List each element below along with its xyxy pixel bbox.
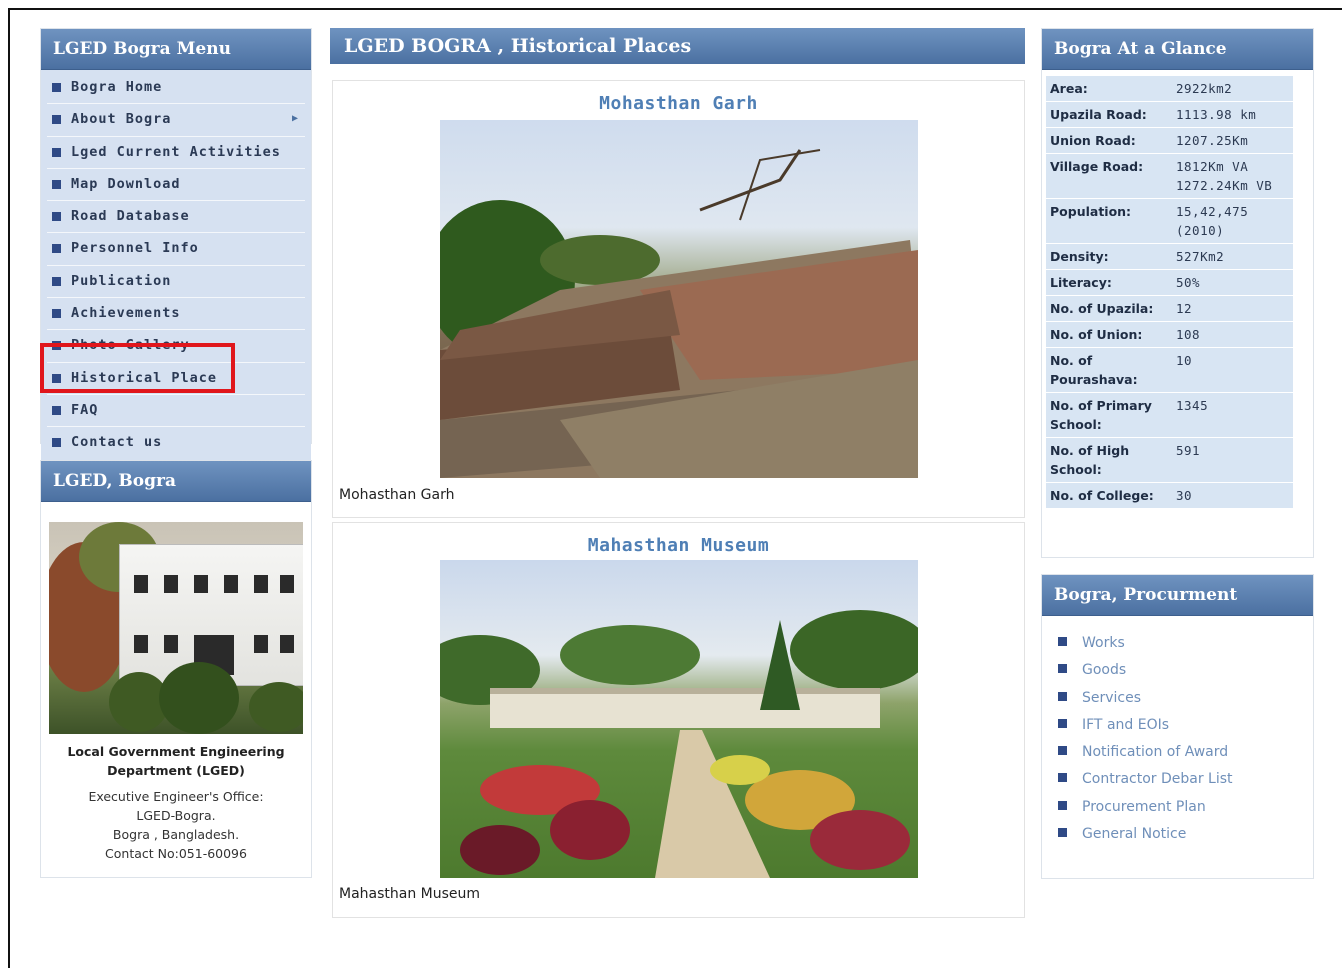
glance-row-union-count: No. of Union: 108 xyxy=(1046,322,1293,348)
square-bullet-icon xyxy=(1058,800,1067,810)
square-bullet-icon xyxy=(1058,637,1067,646)
procurement-link-goods[interactable]: Goods xyxy=(1058,657,1313,684)
square-bullet-icon xyxy=(52,115,61,125)
menu-item-photo-gallery[interactable]: Photo Gallery xyxy=(47,330,305,363)
square-bullet-icon xyxy=(52,147,61,157)
glance-row-upazila-road: Upazila Road: 1113.98 km xyxy=(1046,102,1293,128)
procurement-link-notification-award[interactable]: Notification of Award xyxy=(1058,739,1313,766)
glance-row-primary-school: No. of Primary School: 1345 xyxy=(1046,393,1293,438)
procurement-list: Works Goods Services IFT and EOIs Notifi… xyxy=(1042,616,1313,848)
mohasthan-garh-illustration xyxy=(440,149,918,478)
menu-item-road-database[interactable]: Road Database xyxy=(47,201,305,234)
square-bullet-icon xyxy=(52,276,61,286)
procurement-link-contractor-debar[interactable]: Contractor Debar List xyxy=(1058,766,1313,793)
square-bullet-icon xyxy=(52,373,61,383)
menu-item-current-activities[interactable]: Lged Current Activities xyxy=(47,137,305,169)
glance-row-area: Area: 2922km2 xyxy=(1046,76,1293,102)
menu-title: LGED Bogra Menu xyxy=(41,29,311,70)
place-caption: Mahasthan Museum xyxy=(339,886,481,902)
square-bullet-icon xyxy=(52,212,61,222)
square-bullet-icon xyxy=(52,438,61,448)
menu-item-publication[interactable]: Publication xyxy=(47,266,305,299)
procurement-link-procurement-plan[interactable]: Procurement Plan xyxy=(1058,794,1313,821)
menu-item-map-download[interactable]: Map Download xyxy=(47,169,305,202)
menu-item-bogra-home[interactable]: Bogra Home xyxy=(47,72,305,105)
glance-row-high-school: No. of High School: 591 xyxy=(1046,438,1293,483)
square-bullet-icon xyxy=(1058,773,1067,783)
place-title[interactable]: Mahasthan Museum xyxy=(333,535,1024,561)
glance-row-pourashava: No. of Pourashava: 10 xyxy=(1046,348,1293,393)
glance-title: Bogra At a Glance xyxy=(1042,29,1313,70)
menu-list: Bogra Home About Bogra ▶ Lged Current Act… xyxy=(41,70,311,463)
menu-item-achievements[interactable]: Achievements xyxy=(47,298,305,331)
square-bullet-icon xyxy=(1058,664,1067,674)
square-bullet-icon xyxy=(1058,691,1067,701)
office-building-photo xyxy=(49,522,303,734)
menu-item-personnel-info[interactable]: Personnel Info xyxy=(47,233,305,266)
procurement-title: Bogra, Procurment xyxy=(1042,575,1313,616)
office-name-line1: Local Government Engineering xyxy=(67,744,285,759)
glance-row-density: Density: 527Km2 xyxy=(1046,244,1293,270)
procurement-link-works[interactable]: Works xyxy=(1058,630,1313,657)
place-photo xyxy=(440,120,918,478)
square-bullet-icon xyxy=(52,309,61,319)
office-contact-line: Contact No:051-60096 xyxy=(105,846,247,861)
square-bullet-icon xyxy=(52,244,61,254)
menu-panel: LGED Bogra Menu Bogra Home About Bogra ▶ … xyxy=(40,28,312,463)
menu-item-about-bogra[interactable]: About Bogra ▶ xyxy=(47,104,305,137)
square-bullet-icon xyxy=(52,405,61,415)
glance-row-literacy: Literacy: 50% xyxy=(1046,270,1293,296)
place-caption: Mohasthan Garh xyxy=(339,487,455,503)
office-address-line3: Bogra , Bangladesh. xyxy=(112,827,240,842)
glance-row-union-road: Union Road: 1207.25Km xyxy=(1046,128,1293,154)
place-photo xyxy=(440,560,918,878)
square-bullet-icon xyxy=(1058,746,1067,756)
menu-item-faq[interactable]: FAQ xyxy=(47,395,305,428)
square-bullet-icon xyxy=(1058,828,1067,838)
office-name-line2: Department (LGED) xyxy=(107,763,245,778)
square-bullet-icon xyxy=(52,341,61,351)
glance-row-upazila-count: No. of Upazila: 12 xyxy=(1046,296,1293,322)
square-bullet-icon xyxy=(52,83,61,92)
square-bullet-icon xyxy=(52,179,61,189)
office-caption: Local Government Engineering Department … xyxy=(41,734,311,863)
caret-right-icon: ▶ xyxy=(291,113,299,125)
page-title: LGED BOGRA , Historical Places xyxy=(330,28,1025,64)
office-address-line1: Executive Engineer's Office: xyxy=(88,789,264,804)
procurement-panel: Bogra, Procurment Works Goods Services I… xyxy=(1041,574,1314,879)
glance-table: Area: 2922km2 Upazila Road: 1113.98 km Uni… xyxy=(1046,76,1293,509)
menu-item-contact-us[interactable]: Contact us xyxy=(47,427,305,458)
menu-item-historical-place[interactable]: Historical Place xyxy=(47,363,305,395)
square-bullet-icon xyxy=(1058,718,1067,728)
museum-illustration xyxy=(440,610,918,878)
procurement-link-ift-eois[interactable]: IFT and EOIs xyxy=(1058,712,1313,739)
place-card-mohasthan-garh: Mohasthan Garh Mohasthan Garh xyxy=(332,80,1025,518)
office-address-line2: LGED-Bogra. xyxy=(136,808,216,823)
lged-card: LGED, Bogra Local Government Engineering… xyxy=(40,460,312,878)
glance-row-college: No. of College: 30 xyxy=(1046,483,1293,509)
glance-row-village-road: Village Road: 1812Km VA 1272.24Km VB xyxy=(1046,154,1293,199)
procurement-link-general-notice[interactable]: General Notice xyxy=(1058,821,1313,848)
glance-row-population: Population: 15,42,475 (2010) xyxy=(1046,199,1293,244)
place-title[interactable]: Mohasthan Garh xyxy=(333,93,1024,119)
place-card-mahasthan-museum: Mahasthan Museum Mahasthan Museum xyxy=(332,522,1025,918)
glance-panel: Bogra At a Glance Area: 2922km2 Upazila R… xyxy=(1041,28,1314,558)
lged-card-title: LGED, Bogra xyxy=(41,461,311,502)
procurement-link-services[interactable]: Services xyxy=(1058,685,1313,712)
